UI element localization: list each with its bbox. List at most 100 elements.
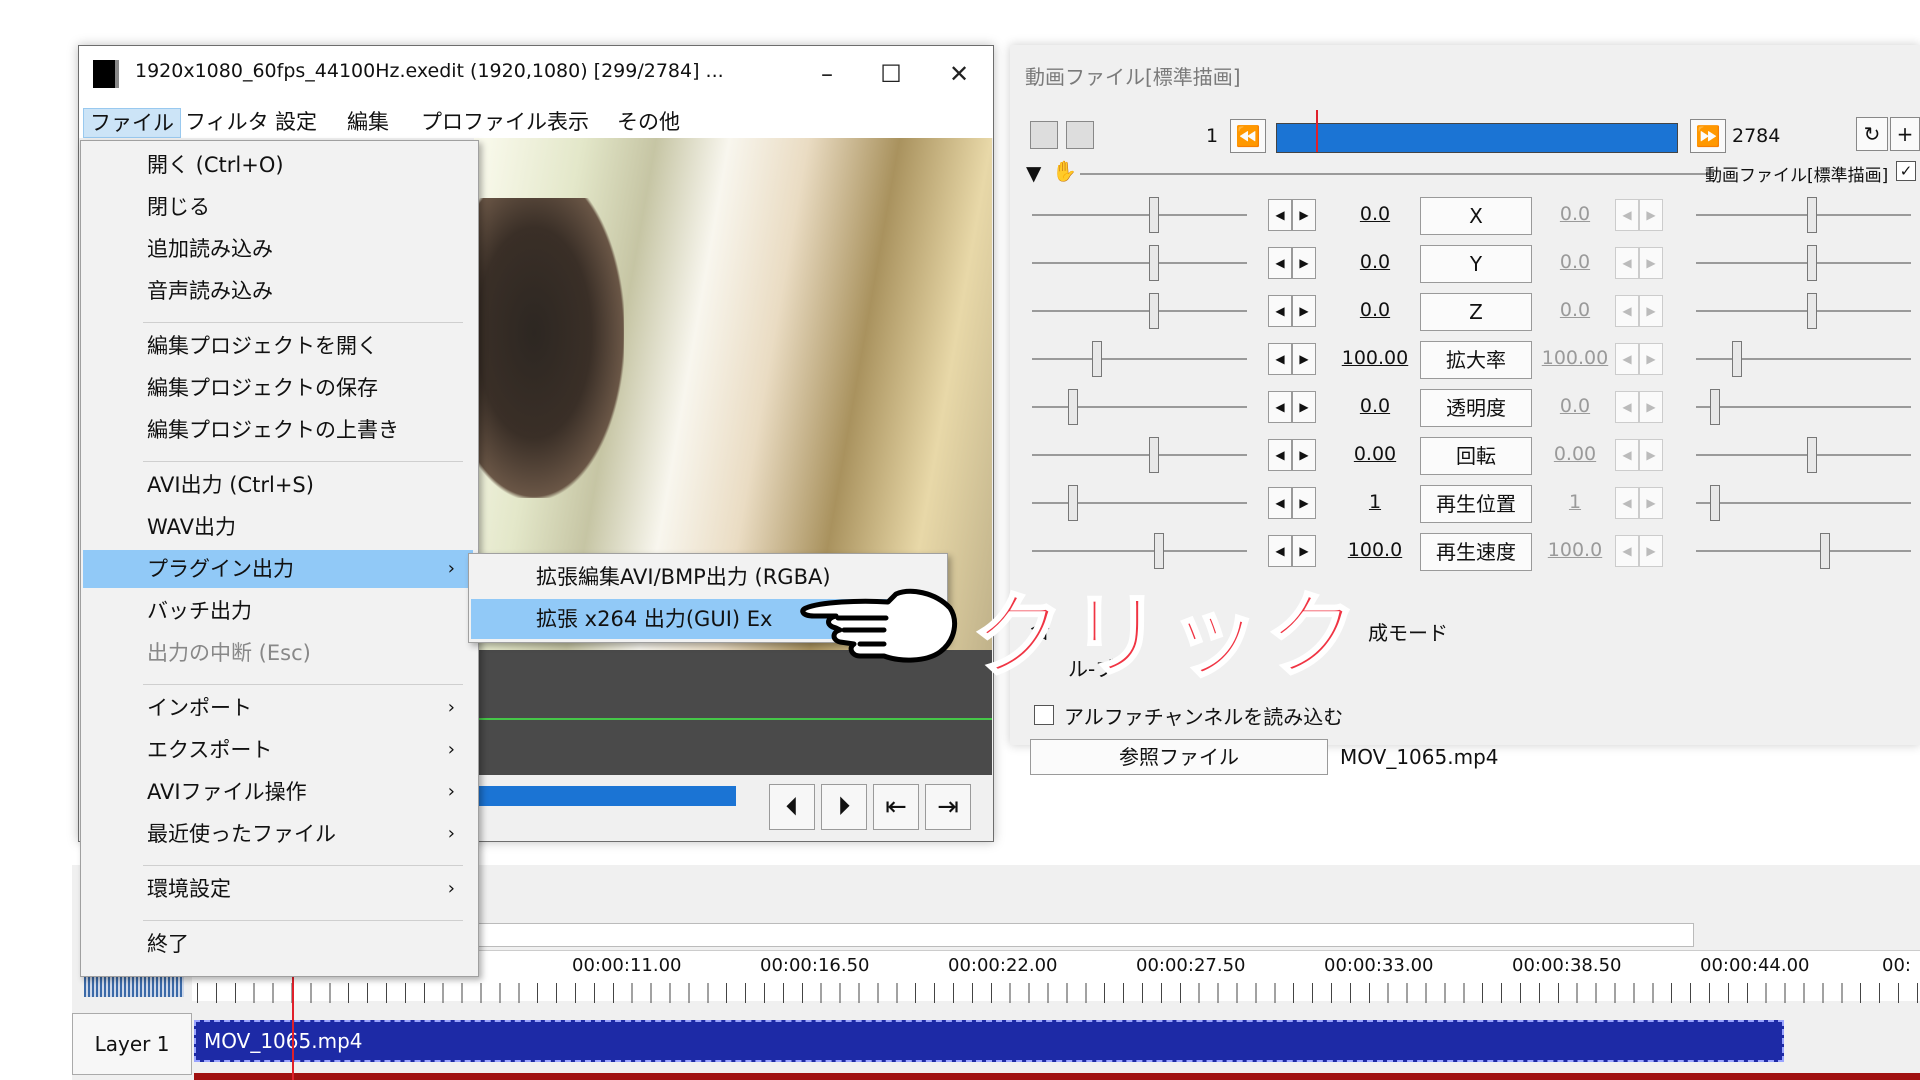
param-value-end[interactable]: 100.0 — [1535, 539, 1615, 561]
param-value-start[interactable]: 0.0 — [1335, 203, 1415, 225]
param-value-end[interactable]: 100.00 — [1535, 347, 1615, 369]
left-slider-thumb[interactable] — [1149, 245, 1159, 281]
decrement-right-icon[interactable]: ◀ — [1615, 391, 1639, 423]
increment-left-icon[interactable]: ▶ — [1292, 391, 1316, 423]
reference-file-button[interactable]: 参照ファイル — [1030, 739, 1328, 775]
decrement-left-icon[interactable]: ◀ — [1268, 391, 1292, 423]
increment-right-icon[interactable]: ▶ — [1639, 487, 1663, 519]
param-value-start[interactable]: 100.0 — [1335, 539, 1415, 561]
decrement-left-icon[interactable]: ◀ — [1268, 199, 1292, 231]
increment-right-icon[interactable]: ▶ — [1639, 295, 1663, 327]
rewind-icon[interactable]: ⏪ — [1230, 119, 1266, 153]
param-value-end[interactable]: 0.0 — [1535, 395, 1615, 417]
increment-right-icon[interactable]: ▶ — [1639, 247, 1663, 279]
param-value-start[interactable]: 100.00 — [1335, 347, 1415, 369]
param-value-end[interactable]: 1 — [1535, 491, 1615, 513]
add-icon[interactable]: + — [1890, 117, 1920, 151]
menu-open[interactable]: 開く (Ctrl+O) — [83, 146, 473, 184]
menu-overwrite-project[interactable]: 編集プロジェクトの上書き — [83, 411, 473, 449]
menu-view[interactable]: 表示 — [541, 108, 595, 136]
go-start-icon[interactable]: ⇤ — [873, 784, 919, 830]
decrement-left-icon[interactable]: ◀ — [1268, 343, 1292, 375]
param-name-button[interactable]: 拡大率 — [1420, 341, 1532, 379]
increment-left-icon[interactable]: ▶ — [1292, 295, 1316, 327]
menu-import[interactable]: インポート › — [83, 689, 473, 727]
left-slider-thumb[interactable] — [1149, 293, 1159, 329]
param-name-button[interactable]: Y — [1420, 245, 1532, 283]
timeline-scale-handle[interactable] — [84, 975, 184, 997]
menu-exit[interactable]: 終了 — [83, 925, 473, 963]
maximize-button[interactable]: ☐ — [861, 54, 921, 94]
hand-tool-icon[interactable]: ✋ — [1052, 159, 1077, 183]
menu-edit[interactable]: 編集 — [341, 108, 395, 136]
alpha-checkbox[interactable] — [1034, 705, 1054, 725]
increment-left-icon[interactable]: ▶ — [1292, 343, 1316, 375]
left-slider-thumb[interactable] — [1092, 341, 1102, 377]
title-bar[interactable]: 1920x1080_60fps_44100Hz.exedit (1920,108… — [79, 46, 993, 102]
collapse-icon[interactable]: ▼ — [1026, 161, 1041, 185]
camera-icon[interactable] — [1030, 121, 1058, 149]
increment-left-icon[interactable]: ▶ — [1292, 487, 1316, 519]
param-value-start[interactable]: 0.00 — [1335, 443, 1415, 465]
param-value-end[interactable]: 0.00 — [1535, 443, 1615, 465]
decrement-right-icon[interactable]: ◀ — [1615, 439, 1639, 471]
param-value-end[interactable]: 0.0 — [1535, 299, 1615, 321]
decrement-left-icon[interactable]: ◀ — [1268, 295, 1292, 327]
right-slider-thumb[interactable] — [1710, 485, 1720, 521]
right-slider-thumb[interactable] — [1710, 389, 1720, 425]
param-name-button[interactable]: Z — [1420, 293, 1532, 331]
increment-left-icon[interactable]: ▶ — [1292, 199, 1316, 231]
menu-open-project[interactable]: 編集プロジェクトを開く — [83, 327, 473, 365]
param-name-button[interactable]: X — [1420, 197, 1532, 235]
increment-right-icon[interactable]: ▶ — [1639, 535, 1663, 567]
menu-wav-output[interactable]: WAV出力 — [83, 508, 473, 546]
param-value-start[interactable]: 0.0 — [1335, 299, 1415, 321]
timeline-clip[interactable]: MOV_1065.mp4 — [194, 1020, 1784, 1062]
left-slider-thumb[interactable] — [1068, 389, 1078, 425]
right-slider-thumb[interactable] — [1820, 533, 1830, 569]
decrement-right-icon[interactable]: ◀ — [1615, 343, 1639, 375]
decrement-right-icon[interactable]: ◀ — [1615, 247, 1639, 279]
right-slider-thumb[interactable] — [1732, 341, 1742, 377]
left-slider-thumb[interactable] — [1068, 485, 1078, 521]
increment-right-icon[interactable]: ▶ — [1639, 391, 1663, 423]
fast-forward-icon[interactable]: ⏩ — [1690, 119, 1726, 153]
menu-preferences[interactable]: 環境設定 › — [83, 870, 473, 908]
prev-frame-icon[interactable]: ⏴ — [769, 784, 815, 830]
decrement-right-icon[interactable]: ◀ — [1615, 487, 1639, 519]
param-name-button[interactable]: 再生速度 — [1420, 533, 1532, 571]
menu-avi-file-ops[interactable]: AVIファイル操作 › — [83, 773, 473, 811]
frame-range-bar[interactable] — [1276, 123, 1678, 153]
right-slider-thumb[interactable] — [1807, 245, 1817, 281]
menu-file[interactable]: ファイル — [83, 108, 181, 138]
menu-avi-output[interactable]: AVI出力 (Ctrl+S) — [83, 466, 473, 504]
param-name-button[interactable]: 回転 — [1420, 437, 1532, 475]
param-value-end[interactable]: 0.0 — [1535, 251, 1615, 273]
param-value-end[interactable]: 0.0 — [1535, 203, 1615, 225]
layer-label[interactable]: Layer 1 — [72, 1013, 192, 1075]
menu-filter[interactable]: フィルタ — [179, 108, 275, 136]
increment-left-icon[interactable]: ▶ — [1292, 439, 1316, 471]
left-slider-thumb[interactable] — [1149, 437, 1159, 473]
minimize-button[interactable]: – — [797, 54, 857, 94]
object-enable-checkbox[interactable]: ✓ — [1896, 161, 1916, 181]
menu-profile[interactable]: プロファイル — [415, 108, 553, 136]
go-end-icon[interactable]: ⇥ — [925, 784, 971, 830]
decrement-right-icon[interactable]: ◀ — [1615, 535, 1639, 567]
param-value-start[interactable]: 0.0 — [1335, 251, 1415, 273]
param-name-button[interactable]: 再生位置 — [1420, 485, 1532, 523]
grid-icon[interactable] — [1066, 121, 1094, 149]
increment-right-icon[interactable]: ▶ — [1639, 343, 1663, 375]
seek-bar[interactable] — [474, 786, 736, 806]
param-name-button[interactable]: 透明度 — [1420, 389, 1532, 427]
param-value-start[interactable]: 0.0 — [1335, 395, 1415, 417]
right-slider-thumb[interactable] — [1807, 293, 1817, 329]
menu-add-load[interactable]: 追加読み込み — [83, 230, 473, 268]
left-slider-thumb[interactable] — [1149, 197, 1159, 233]
menu-export[interactable]: エクスポート › — [83, 731, 473, 769]
decrement-left-icon[interactable]: ◀ — [1268, 247, 1292, 279]
next-frame-icon[interactable]: ⏵ — [821, 784, 867, 830]
menu-plugin-output[interactable]: プラグイン出力 › — [83, 550, 473, 588]
increment-right-icon[interactable]: ▶ — [1639, 199, 1663, 231]
close-button[interactable]: ✕ — [929, 54, 989, 94]
